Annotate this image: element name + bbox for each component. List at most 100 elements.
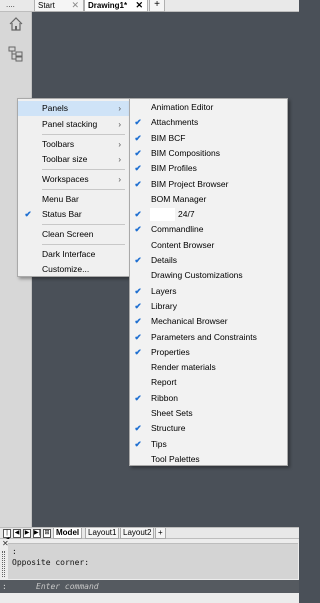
tab-layout1[interactable]: Layout1 <box>85 528 120 539</box>
menu-item-clean-screen[interactable]: Clean Screen <box>18 227 129 242</box>
menu-item-label: Properties <box>151 346 190 357</box>
panel-item-animation-editor[interactable]: Animation Editor <box>130 100 287 115</box>
checkmark-icon: ✔ <box>134 178 142 189</box>
checkmark-icon: ✔ <box>134 163 142 174</box>
panel-item-report[interactable]: Report <box>130 375 287 390</box>
menu-separator <box>42 169 125 170</box>
menu-item-dark-interface[interactable]: Dark Interface <box>18 247 129 262</box>
panel-item-bim-project-browser[interactable]: ✔ BIM Project Browser <box>130 177 287 192</box>
next-layout-icon[interactable]: ▶ <box>23 529 31 538</box>
checkmark-icon: ✔ <box>134 423 142 434</box>
menu-item-label: Details <box>151 255 177 265</box>
panel-item-24-7[interactable]: ✔ 24/7 <box>130 207 287 222</box>
tab-start-label: Start <box>38 1 55 10</box>
panel-item-layers[interactable]: ✔ Layers <box>130 284 287 299</box>
menu-separator <box>42 189 125 190</box>
add-tab-button[interactable]: + <box>149 0 165 12</box>
panel-item-properties[interactable]: ✔ Properties <box>130 345 287 360</box>
tab-bar-overflow[interactable]: .... <box>6 0 15 9</box>
menu-item-label: Customize... <box>42 264 90 274</box>
tab-model[interactable]: Model <box>53 528 83 539</box>
panel-item-tool-palettes[interactable]: Tool Palettes <box>130 452 287 467</box>
menu-item-label: Workspaces <box>42 174 89 184</box>
last-layout-icon[interactable]: ▶| <box>33 529 41 538</box>
home-icon[interactable] <box>8 16 24 32</box>
menu-item-label: BIM Compositions <box>151 147 220 158</box>
menu-item-label: Tool Palettes <box>151 453 200 464</box>
tab-drawing1-close-icon[interactable]: ✕ <box>135 0 143 11</box>
layout-grid-icon[interactable]: ⊞ <box>43 529 51 538</box>
checkmark-icon: ✔ <box>134 147 142 158</box>
checkmark-icon: ✔ <box>134 255 142 265</box>
panel-item-details[interactable]: ✔ Details <box>130 253 287 268</box>
menu-item-label: Toolbars <box>42 139 75 149</box>
panel-item-sheet-sets[interactable]: Sheet Sets <box>130 406 287 421</box>
menu-item-toolbar-size[interactable]: Toolbar size › <box>18 152 129 167</box>
prev-layout-icon[interactable]: ◀ <box>13 529 21 538</box>
command-history: : Opposite corner: <box>8 543 298 579</box>
menu-item-label: Dark Interface <box>42 249 96 259</box>
menu-item-label: BIM BCF <box>151 132 186 143</box>
panel-item-bim-profiles[interactable]: ✔ BIM Profiles <box>130 161 287 176</box>
panel-item-library[interactable]: ✔ Library <box>130 299 287 314</box>
add-layout-button[interactable]: + <box>155 528 166 539</box>
checkmark-icon: ✔ <box>134 285 142 296</box>
panel-item-render-materials[interactable]: Render materials <box>130 360 287 375</box>
tab-start[interactable]: Start ✕ <box>34 0 84 12</box>
menu-item-panel-stacking[interactable]: Panel stacking › <box>18 117 129 132</box>
tab-drawing1[interactable]: Drawing1* ✕ <box>84 0 148 12</box>
panel-item-content-browser[interactable]: Content Browser <box>130 238 287 253</box>
checkmark-icon: ✔ <box>24 209 32 219</box>
panel-item-tips[interactable]: ✔ Tips <box>130 437 287 452</box>
tab-layout2[interactable]: Layout2 <box>120 528 155 539</box>
first-layout-icon[interactable]: |◀ <box>3 529 11 543</box>
menu-item-label: BIM Project Browser <box>151 178 229 189</box>
command-prompt-prefix: : <box>0 580 34 593</box>
checkmark-icon: ✔ <box>134 117 142 128</box>
panel-item-bim-compositions[interactable]: ✔ BIM Compositions <box>130 146 287 161</box>
checkmark-icon: ✔ <box>134 132 142 143</box>
panel-item-drawing-customizations[interactable]: Drawing Customizations <box>130 268 287 283</box>
layout-tab-bar: |◀ ◀ ▶ ▶| ⊞ Model Layout1 Layout2 + <box>0 527 299 543</box>
menu-item-status-bar[interactable]: ✔ Status Bar <box>18 207 129 222</box>
panels-submenu: Animation Editor ✔ Attachments ✔ BIM BCF ✔… <box>129 98 288 466</box>
redacted-label-box <box>150 208 175 222</box>
panel-item-bom-manager[interactable]: BOM Manager <box>130 192 287 207</box>
menu-separator <box>42 134 125 135</box>
menu-item-label: Panels <box>42 103 68 113</box>
panel-item-commandline[interactable]: ✔ Commandline <box>130 222 287 237</box>
panel-item-attachments[interactable]: ✔ Attachments <box>130 115 287 130</box>
history-line: : <box>12 547 17 556</box>
menu-item-label: Report <box>151 377 177 388</box>
structure-tree-icon[interactable] <box>8 46 24 62</box>
tab-start-close-icon[interactable]: ✕ <box>71 0 79 11</box>
menu-item-label: Library <box>151 300 177 311</box>
chevron-right-icon: › <box>118 120 121 129</box>
panel-item-structure[interactable]: ✔ Structure <box>130 421 287 436</box>
panel-item-parameters-and-constraints[interactable]: ✔ Parameters and Constraints <box>130 330 287 345</box>
menu-item-label: Tips <box>151 438 167 449</box>
menu-item-label: Panel stacking <box>42 119 98 129</box>
menu-item-label: Layers <box>151 285 177 296</box>
menu-item-label: Ribbon <box>151 392 178 403</box>
panel-item-ribbon[interactable]: ✔ Ribbon <box>130 391 287 406</box>
panel-item-mechanical-browser[interactable]: ✔ Mechanical Browser <box>130 314 287 329</box>
panel-item-bim-bcf[interactable]: ✔ BIM BCF <box>130 131 287 146</box>
menu-item-toolbars[interactable]: Toolbars › <box>18 137 129 152</box>
menu-item-label: Render materials <box>151 362 216 373</box>
command-input[interactable] <box>34 580 299 593</box>
menu-item-label: Menu Bar <box>42 194 79 204</box>
menu-item-customize[interactable]: Customize... <box>18 262 129 277</box>
command-grip-handle[interactable] <box>2 551 5 577</box>
menu-item-menu-bar[interactable]: Menu Bar <box>18 192 129 207</box>
menu-item-label: Content Browser <box>151 239 215 250</box>
command-input-row <box>34 580 299 593</box>
checkmark-icon: ✔ <box>134 209 142 220</box>
checkmark-icon: ✔ <box>134 224 142 235</box>
menu-item-label: Mechanical Browser <box>151 316 228 327</box>
menu-item-workspaces[interactable]: Workspaces › <box>18 172 129 187</box>
menu-item-label: Sheet Sets <box>151 408 193 418</box>
menu-item-panels[interactable]: Panels › <box>18 101 129 116</box>
menu-item-label: Clean Screen <box>42 229 94 239</box>
menu-item-label: Parameters and Constraints <box>151 331 257 342</box>
